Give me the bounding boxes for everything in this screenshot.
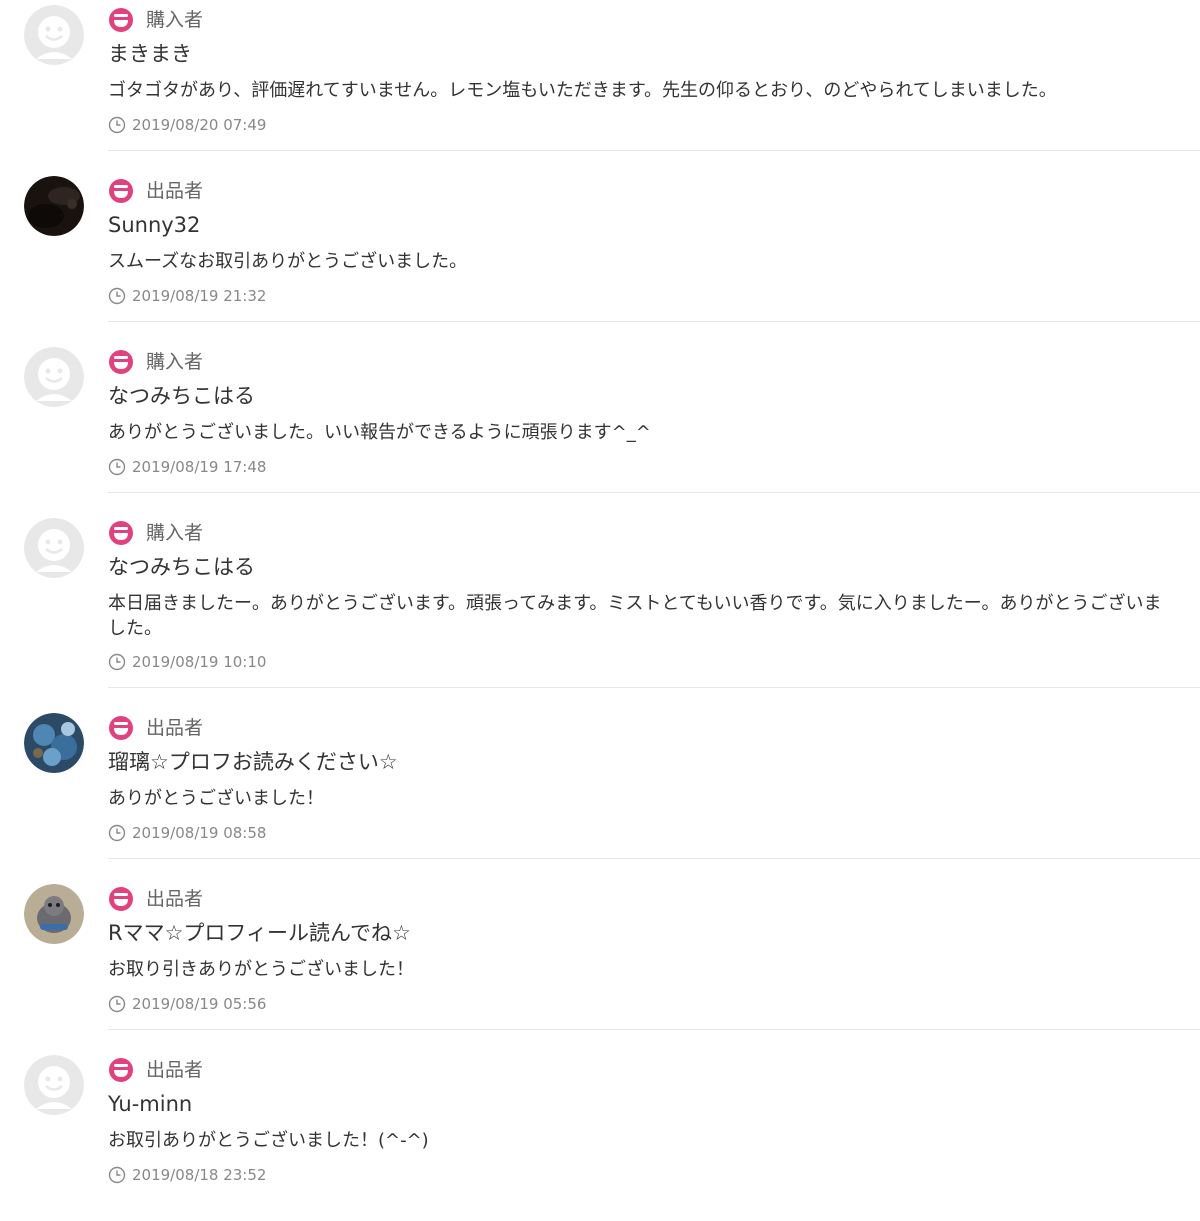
review-content: 購入者 まきまき ゴタゴタがあり、評価遅れてすいません。レモン塩もいただきます。… [108, 0, 1200, 171]
review-content: 出品者 Yu-minn お取引ありがとうございました！(^-^) 2019/08… [108, 1050, 1200, 1221]
review-comment: お取引ありがとうございました！(^-^) [108, 1130, 429, 1151]
default-avatar[interactable] [24, 1055, 84, 1115]
role-row: 出品者 [108, 885, 203, 913]
divider [108, 321, 1200, 322]
clock-icon [108, 116, 126, 134]
role-label: 出品者 [146, 180, 204, 202]
review-list: 購入者 まきまき ゴタゴタがあり、評価遅れてすいません。レモン塩もいただきます。… [0, 0, 1200, 1221]
time-row: 2019/08/19 05:56 [108, 991, 266, 1017]
review-item: 購入者 なつみちこはる ありがとうございました。いい報告ができるように頑張ります… [0, 342, 1200, 513]
clock-icon [108, 287, 126, 305]
username[interactable]: なつみちこはる [108, 381, 255, 411]
time-row: 2019/08/20 07:49 [108, 112, 266, 138]
default-avatar[interactable] [24, 518, 84, 578]
divider [108, 687, 1200, 688]
clock-icon [108, 1166, 126, 1184]
divider [108, 858, 1200, 859]
review-comment: スムーズなお取引ありがとうございました。 [108, 251, 468, 272]
time-row: 2019/08/19 21:32 [108, 283, 266, 309]
timestamp: 2019/08/19 10:10 [132, 653, 267, 671]
time-row: 2019/08/19 17:48 [108, 454, 266, 480]
smiley-face-icon [109, 1058, 133, 1082]
smiley-face-icon [109, 887, 133, 911]
review-item: 出品者 Yu-minn お取引ありがとうございました！(^-^) 2019/08… [0, 1050, 1200, 1221]
timestamp: 2019/08/19 05:56 [132, 995, 267, 1013]
username[interactable]: Yu-minn [108, 1089, 192, 1119]
time-row: 2019/08/19 08:58 [108, 820, 266, 846]
review-comment: 本日届きましたー。ありがとうございます。頑張ってみます。ミストとてもいい香りです… [108, 593, 1162, 639]
role-label: 出品者 [146, 1059, 204, 1081]
role-row: 出品者 [108, 177, 203, 205]
review-comment: お取り引きありがとうございました！ [108, 959, 414, 980]
smiley-face-icon [109, 8, 133, 32]
time-row: 2019/08/18 23:52 [108, 1162, 266, 1188]
time-row: 2019/08/19 10:10 [108, 649, 266, 675]
review-content: 出品者 Rママ☆プロフィール読んでね☆ お取り引きありがとうございました！ 20… [108, 879, 1200, 1050]
review-comment: ありがとうございました。いい報告ができるように頑張ります^_^ [108, 422, 651, 443]
clock-icon [108, 458, 126, 476]
timestamp: 2019/08/19 21:32 [132, 287, 267, 305]
clock-icon [108, 653, 126, 671]
timestamp: 2019/08/18 23:52 [132, 1166, 267, 1184]
review-item: 出品者 Rママ☆プロフィール読んでね☆ お取り引きありがとうございました！ 20… [0, 879, 1200, 1050]
username[interactable]: なつみちこはる [108, 552, 255, 582]
username[interactable]: 瑠璃☆プロフお読みください☆ [108, 747, 398, 777]
divider [108, 492, 1200, 493]
divider [108, 1029, 1200, 1030]
dark-photo-avatar[interactable] [24, 176, 84, 236]
role-label: 購入者 [146, 351, 204, 373]
smiley-face-icon [109, 521, 133, 545]
review-content: 購入者 なつみちこはる 本日届きましたー。ありがとうございます。頑張ってみます。… [108, 513, 1200, 708]
smiley-face-icon [109, 716, 133, 740]
clock-icon [108, 824, 126, 842]
username[interactable]: Sunny32 [108, 210, 200, 240]
review-content: 出品者 瑠璃☆プロフお読みください☆ ありがとうございました！ 2019/08/… [108, 708, 1200, 879]
role-label: 出品者 [146, 717, 204, 739]
clock-icon [108, 995, 126, 1013]
role-row: 購入者 [108, 348, 203, 376]
timestamp: 2019/08/19 08:58 [132, 824, 267, 842]
role-row: 出品者 [108, 714, 203, 742]
review-item: 購入者 なつみちこはる 本日届きましたー。ありがとうございます。頑張ってみます。… [0, 513, 1200, 708]
plush-photo-avatar[interactable] [24, 884, 84, 944]
smiley-face-icon [109, 350, 133, 374]
role-label: 出品者 [146, 888, 204, 910]
divider [108, 150, 1200, 151]
review-comment: ゴタゴタがあり、評価遅れてすいません。レモン塩もいただきます。先生の仰るとおり、… [108, 80, 1057, 101]
role-label: 購入者 [146, 9, 204, 31]
role-row: 出品者 [108, 1056, 203, 1084]
username[interactable]: Rママ☆プロフィール読んでね☆ [108, 918, 411, 948]
review-item: 購入者 まきまき ゴタゴタがあり、評価遅れてすいません。レモン塩もいただきます。… [0, 0, 1200, 171]
review-content: 出品者 Sunny32 スムーズなお取引ありがとうございました。 2019/08… [108, 171, 1200, 342]
smiley-face-icon [109, 179, 133, 203]
review-content: 購入者 なつみちこはる ありがとうございました。いい報告ができるように頑張ります… [108, 342, 1200, 513]
default-avatar[interactable] [24, 5, 84, 65]
blue-photo-avatar[interactable] [24, 713, 84, 773]
review-comment: ありがとうございました！ [108, 788, 324, 809]
timestamp: 2019/08/20 07:49 [132, 116, 267, 134]
timestamp: 2019/08/19 17:48 [132, 458, 267, 476]
username[interactable]: まきまき [108, 39, 192, 69]
role-row: 購入者 [108, 519, 203, 547]
review-item: 出品者 Sunny32 スムーズなお取引ありがとうございました。 2019/08… [0, 171, 1200, 342]
review-item: 出品者 瑠璃☆プロフお読みください☆ ありがとうございました！ 2019/08/… [0, 708, 1200, 879]
role-label: 購入者 [146, 522, 204, 544]
default-avatar[interactable] [24, 347, 84, 407]
role-row: 購入者 [108, 6, 203, 34]
